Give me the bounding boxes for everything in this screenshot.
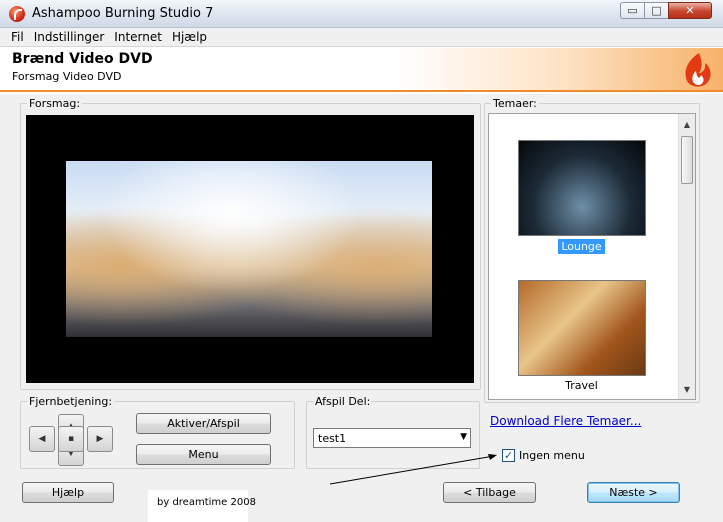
title-bar: Ashampoo Burning Studio 7 ▭ □ ✕ <box>0 0 723 28</box>
scroll-down-icon[interactable]: ▼ <box>679 381 695 397</box>
preview-frame-image <box>66 161 432 337</box>
menu-fil[interactable]: Fil <box>6 28 29 46</box>
maximize-button[interactable]: □ <box>644 2 669 19</box>
play-part-value: test1 <box>318 432 347 445</box>
menu-internet[interactable]: Internet <box>109 28 167 46</box>
activate-play-button[interactable]: Aktiver/Afspil <box>136 413 271 434</box>
play-part-select[interactable]: test1 ▼ <box>313 428 471 448</box>
nav-right-button[interactable]: ▶ <box>87 426 113 452</box>
theme-label-lounge[interactable]: Lounge <box>489 239 674 254</box>
theme-name-lounge: Lounge <box>558 239 605 254</box>
themes-scrollbar[interactable]: ▲ ▼ <box>678 114 695 399</box>
help-button[interactable]: Hjælp <box>22 482 114 503</box>
download-themes-link[interactable]: Download Flere Temaer... <box>490 414 641 428</box>
no-menu-checkbox[interactable]: ✓ <box>502 449 515 462</box>
page-header: Brænd Video DVD Forsmag Video DVD <box>0 48 723 92</box>
play-part-label: Afspil Del: <box>313 395 373 408</box>
themes-list[interactable]: Lounge Travel ▲ ▼ <box>488 113 696 400</box>
nav-left-button[interactable]: ◀ <box>29 426 55 452</box>
ok-icon: ▪ <box>67 434 75 444</box>
video-preview <box>26 115 474 383</box>
next-button[interactable]: Næste > <box>587 482 680 503</box>
arrow-right-icon: ▶ <box>96 434 104 444</box>
back-button[interactable]: < Tilbage <box>443 482 536 503</box>
arrow-left-icon: ◀ <box>38 434 46 444</box>
remote-label: Fjernbetjening: <box>27 395 115 408</box>
dropdown-arrow-icon: ▼ <box>460 432 467 442</box>
nav-ok-button[interactable]: ▪ <box>58 426 84 452</box>
scroll-thumb[interactable] <box>681 136 693 184</box>
menu-hjaelp[interactable]: Hjælp <box>167 28 212 46</box>
menu-bar: Fil Indstillinger Internet Hjælp <box>0 28 723 47</box>
close-button[interactable]: ✕ <box>668 2 712 19</box>
window-title: Ashampoo Burning Studio 7 <box>32 6 214 21</box>
menu-button[interactable]: Menu <box>136 444 271 465</box>
theme-thumbnail-travel[interactable] <box>518 280 646 376</box>
themes-label: Temaer: <box>491 97 539 110</box>
minimize-button[interactable]: ▭ <box>620 2 645 19</box>
window-controls: ▭ □ ✕ <box>620 2 712 19</box>
no-menu-label: Ingen menu <box>519 449 585 462</box>
preview-label: Forsmag: <box>27 97 83 110</box>
page-title: Brænd Video DVD <box>12 51 153 67</box>
app-logo-icon <box>9 6 25 22</box>
theme-thumbnail-lounge[interactable] <box>518 140 646 236</box>
menu-indstillinger[interactable]: Indstillinger <box>29 28 110 46</box>
theme-label-travel[interactable]: Travel <box>489 379 674 392</box>
page-subtitle: Forsmag Video DVD <box>12 70 122 83</box>
scroll-up-icon[interactable]: ▲ <box>679 116 695 132</box>
annotation-text: by dreamtime 2008 <box>157 497 256 508</box>
flame-logo-icon <box>685 53 711 87</box>
